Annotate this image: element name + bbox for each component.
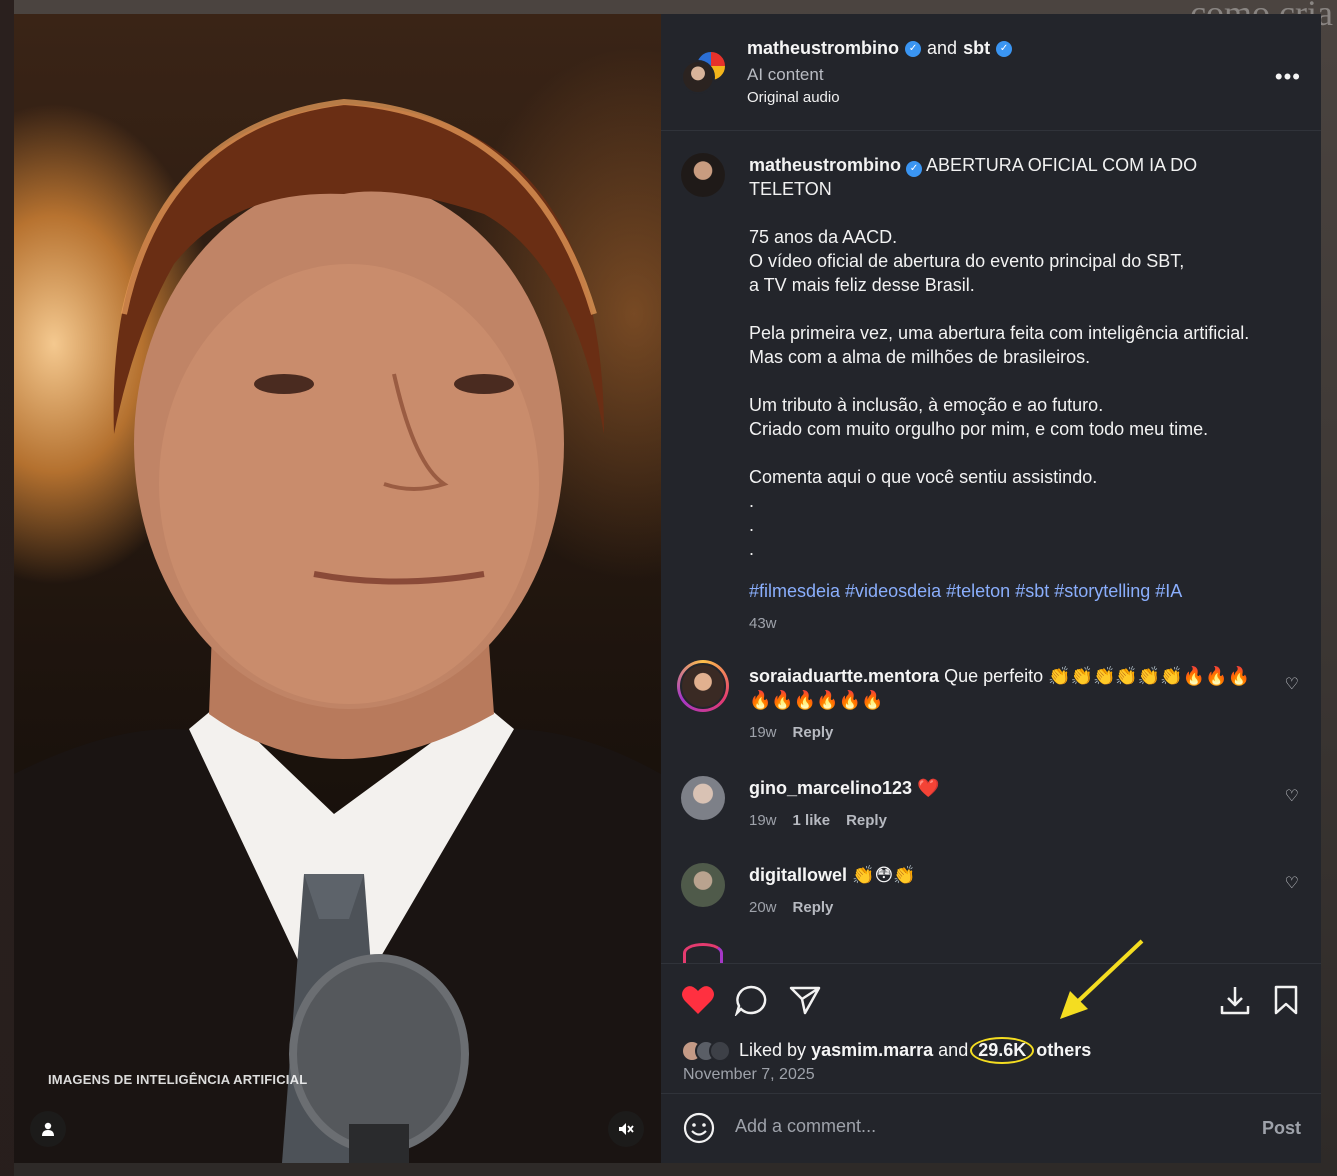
tagged-users-button[interactable] [30, 1111, 66, 1147]
comment-like-heart-icon[interactable]: ♡ [1285, 786, 1299, 806]
hashtag-link[interactable]: #IA [1155, 581, 1182, 601]
post-media[interactable]: IMAGENS DE INTELIGÊNCIA ARTIFICIAL [14, 14, 661, 1163]
comment-body: gino_marcelino123 ❤️ [749, 776, 1269, 800]
annotation-arrow-icon [1060, 939, 1144, 1019]
comment-body: digitallowel 👏😳👏 [749, 863, 1269, 887]
comment-username[interactable]: soraiaduartte.mentora [749, 666, 939, 686]
caption-text: matheustrombino ✓ ABERTURA OFICIAL COM I… [749, 153, 1269, 561]
heart-filled-icon[interactable] [681, 984, 715, 1016]
likes-summary[interactable]: Liked by yasmim.marra and 29.6K others [681, 1037, 1091, 1064]
likes-count[interactable]: 29.6K [970, 1037, 1035, 1064]
post-comment-button[interactable]: Post [1262, 1118, 1301, 1139]
liked-by-label: Liked by [739, 1040, 807, 1060]
mute-button[interactable] [608, 1111, 644, 1147]
comment-meta: 19w 1 like Reply [749, 812, 887, 829]
reply-button[interactable]: Reply [793, 899, 834, 916]
comment-input[interactable] [735, 1116, 1235, 1137]
comment-time[interactable]: 19w [749, 724, 777, 741]
caption-time[interactable]: 43w [749, 615, 777, 632]
verified-badge-icon: ✓ [905, 40, 922, 57]
comment-avatar[interactable] [681, 776, 725, 820]
liker-avatars [681, 1039, 731, 1062]
comment-username[interactable]: digitallowel [749, 865, 847, 885]
comment-text: 👏😳👏 [852, 865, 916, 885]
comment-time[interactable]: 20w [749, 899, 777, 916]
caption-username[interactable]: matheustrombino [749, 155, 901, 175]
hashtag-link[interactable]: #teleton [946, 581, 1010, 601]
hashtag-link[interactable]: #storytelling [1054, 581, 1150, 601]
original-audio-link[interactable]: Original audio [747, 89, 840, 106]
person-icon [42, 1122, 54, 1136]
hashtag-list: #filmesdeia #videosdeia #teleton #sbt #story… [749, 581, 1187, 602]
comment-likes-count[interactable]: 1 like [793, 812, 831, 829]
comment-avatar[interactable] [677, 660, 729, 712]
bookmark-icon[interactable] [1271, 984, 1301, 1016]
post-header: matheustrombino ✓ and sbt ✓ AI content O… [661, 14, 1321, 131]
ai-content-label[interactable]: AI content [747, 65, 824, 85]
comment-text: ❤️ [917, 778, 940, 798]
share-icon[interactable] [788, 984, 822, 1016]
post-date: November 7, 2025 [683, 1066, 815, 1083]
post-side-panel: matheustrombino ✓ and sbt ✓ AI content O… [661, 14, 1321, 1163]
hashtag-link[interactable]: #sbt [1015, 581, 1049, 601]
verified-badge-icon: ✓ [906, 161, 923, 177]
comment-like-heart-icon[interactable]: ♡ [1285, 873, 1299, 893]
likes-others[interactable]: others [1036, 1040, 1091, 1061]
reply-button[interactable]: Reply [846, 812, 887, 829]
caption-body: 75 anos da AACD. O vídeo oficial de aber… [749, 227, 1250, 559]
caption-avatar[interactable] [681, 153, 725, 197]
author-avatar[interactable] [681, 60, 715, 94]
comment-meta: 20w Reply [749, 899, 833, 916]
speaker-muted-icon [619, 1123, 634, 1135]
ai-overlay-text: IMAGENS DE INTELIGÊNCIA ARTIFICIAL [48, 1072, 308, 1087]
comments-scroll-area[interactable]: matheustrombino ✓ ABERTURA OFICIAL COM I… [661, 131, 1321, 963]
hashtag-link[interactable]: #videosdeia [845, 581, 941, 601]
comment-body: soraiaduartte.mentora Que perfeito 👏👏👏👏👏… [749, 664, 1269, 712]
comment-username[interactable]: gino_marcelino123 [749, 778, 912, 798]
liker-username[interactable]: yasmim.marra [811, 1040, 933, 1061]
comment-like-heart-icon[interactable]: ♡ [1285, 674, 1299, 694]
verified-badge-icon: ✓ [996, 40, 1013, 57]
header-username-2[interactable]: sbt [963, 38, 990, 59]
header-username-1[interactable]: matheustrombino [747, 38, 899, 59]
comment-meta: 19w Reply [749, 724, 833, 741]
hashtag-link[interactable]: #filmesdeia [749, 581, 840, 601]
download-icon[interactable] [1218, 984, 1252, 1016]
action-bar: Liked by yasmim.marra and 29.6K others Nov… [661, 963, 1321, 1093]
header-and: and [927, 38, 958, 58]
comment-avatar[interactable] [681, 863, 725, 907]
portrait-image [14, 98, 661, 1163]
comment-icon[interactable] [734, 984, 768, 1016]
collab-avatars[interactable] [681, 50, 729, 98]
partial-comment-avatar [683, 943, 723, 963]
more-options-button[interactable]: ••• [1275, 64, 1301, 90]
reply-button[interactable]: Reply [793, 724, 834, 741]
add-comment-bar: Post [661, 1093, 1321, 1163]
collab-names: matheustrombino ✓ and sbt ✓ [747, 38, 1013, 59]
likes-and: and [938, 1040, 969, 1060]
comment-time[interactable]: 19w [749, 812, 777, 829]
emoji-icon[interactable] [683, 1112, 715, 1144]
